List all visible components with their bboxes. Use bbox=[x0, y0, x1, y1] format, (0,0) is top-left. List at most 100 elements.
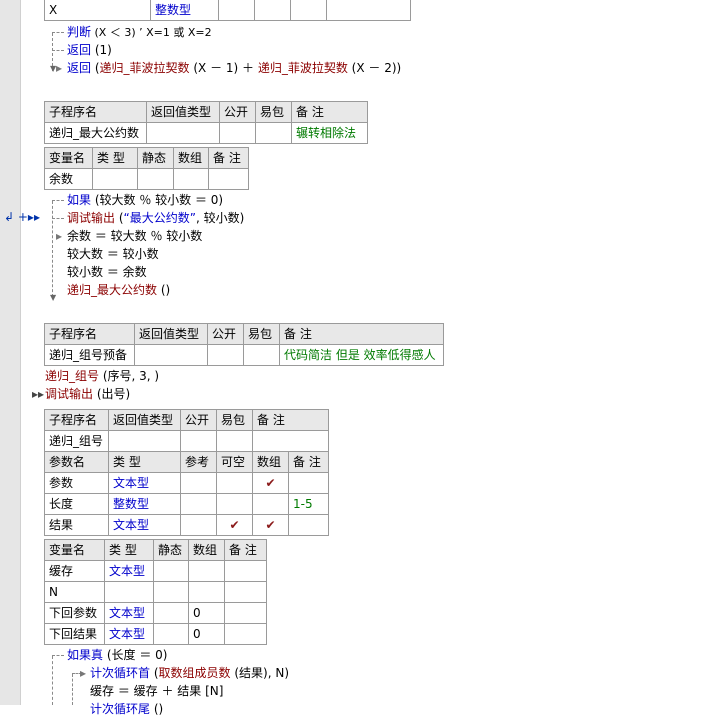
var-array-cell[interactable] bbox=[188, 581, 225, 603]
code-text: (X － 1) ＋ bbox=[189, 61, 258, 75]
table-row: 递归_最大公约数 辗转相除法 bbox=[44, 122, 368, 144]
var-note-cell[interactable] bbox=[224, 581, 267, 603]
code-line[interactable]: 较大数 ＝ 较小数 bbox=[67, 245, 159, 263]
header-public: 公开 bbox=[219, 101, 256, 123]
var-note-cell[interactable] bbox=[224, 560, 267, 582]
var-name-cell[interactable]: X bbox=[44, 0, 151, 21]
code-line[interactable]: 余数 ＝ 较大数 ％ 较小数 bbox=[67, 227, 202, 245]
var-static-cell[interactable] bbox=[153, 581, 189, 603]
header-optional: 可空 bbox=[216, 451, 253, 473]
var-array-cell[interactable]: 0 bbox=[188, 602, 225, 624]
function-call: 递归_组号 bbox=[45, 369, 100, 383]
var-static-cell[interactable] bbox=[153, 560, 189, 582]
code-line[interactable]: 如果 (较大数 ％ 较小数 ＝ 0) bbox=[67, 191, 223, 209]
var-static-cell[interactable] bbox=[153, 623, 189, 645]
breakpoint-marker-icon[interactable]: ↲ +▸▸ bbox=[4, 208, 40, 226]
var-type-cell[interactable]: 整数型 bbox=[150, 0, 219, 21]
code-line[interactable]: 递归_最大公约数 () bbox=[67, 281, 170, 299]
var-note-cell[interactable] bbox=[224, 623, 267, 645]
function-call: 取数组成员数 bbox=[158, 666, 231, 680]
param-type-cell[interactable]: 文本型 bbox=[108, 472, 181, 494]
header-var-name: 变量名 bbox=[44, 539, 105, 561]
header-type: 类 型 bbox=[104, 539, 154, 561]
code-line[interactable]: 调试输出 (“最大公约数”, 较小数) bbox=[67, 209, 244, 227]
param-array-cell[interactable] bbox=[252, 493, 289, 515]
param-ref-cell[interactable] bbox=[180, 514, 217, 536]
code-line[interactable]: 缓存 ＝ 缓存 ＋ 结果 [N] bbox=[90, 682, 223, 700]
flow-arrow-icon: ▼ bbox=[50, 293, 57, 302]
keyword-if-true: 如果真 bbox=[67, 648, 104, 662]
header-note: 备 注 bbox=[252, 409, 329, 431]
header-public: 公开 bbox=[207, 323, 244, 345]
var-name-cell[interactable]: N bbox=[44, 581, 105, 603]
var-type-cell[interactable]: 文本型 bbox=[104, 560, 154, 582]
code-text: (X ＜ 3) ’ X=1 或 X=2 bbox=[91, 26, 212, 39]
function-call: 递归_最大公约数 bbox=[67, 283, 158, 297]
param-note-cell[interactable] bbox=[288, 514, 329, 536]
var-array-cell[interactable]: 0 bbox=[188, 623, 225, 645]
param-ref-cell[interactable] bbox=[180, 493, 217, 515]
code-text: ( bbox=[150, 666, 159, 680]
sub-note-cell[interactable]: 代码简洁 但是 效率低得感人 bbox=[279, 344, 444, 366]
sub-note-cell[interactable]: 辗转相除法 bbox=[291, 122, 368, 144]
sub-name-cell[interactable]: 递归_组号 bbox=[44, 430, 109, 452]
var-name-cell[interactable]: 余数 bbox=[44, 168, 93, 190]
table-row: 递归_组号 bbox=[44, 430, 329, 452]
var-name-cell[interactable]: 下回参数 bbox=[44, 602, 105, 624]
header-return-type: 返回值类型 bbox=[108, 409, 181, 431]
var-type-cell[interactable]: 文本型 bbox=[104, 602, 154, 624]
code-line[interactable]: 递归_组号 (序号, 3, ) bbox=[45, 367, 159, 385]
check-icon[interactable]: ✔ bbox=[252, 472, 289, 494]
check-icon[interactable]: ✔ bbox=[216, 514, 253, 536]
var-static-cell[interactable] bbox=[153, 602, 189, 624]
top-var-table: X 整数型 bbox=[44, 0, 411, 21]
header-easy: 易包 bbox=[216, 409, 253, 431]
param-note-cell[interactable]: 1-5 bbox=[288, 493, 329, 515]
keyword-if: 如果 bbox=[67, 193, 92, 207]
param-note-cell[interactable] bbox=[288, 472, 329, 494]
table-row: 参数 文本型 ✔ bbox=[44, 472, 329, 494]
sub-name-cell[interactable]: 递归_最大公约数 bbox=[44, 122, 147, 144]
code-line[interactable]: 计次循环首 (取数组成员数 (结果), N) bbox=[90, 664, 289, 682]
param-name-cell[interactable]: 结果 bbox=[44, 514, 109, 536]
param-name-cell[interactable]: 长度 bbox=[44, 493, 109, 515]
header-static: 静态 bbox=[137, 147, 174, 169]
sub-name-cell[interactable]: 递归_组号预备 bbox=[44, 344, 135, 366]
string-literal: “最大公约数” bbox=[123, 211, 196, 225]
table-header-row: 变量名 类 型 静态 数组 备 注 bbox=[44, 539, 267, 561]
code-line[interactable]: 如果真 (长度 ＝ 0) bbox=[67, 646, 167, 664]
code-line[interactable]: 返回 (递归_菲波拉契数 (X － 1) ＋ 递归_菲波拉契数 (X － 2)) bbox=[67, 59, 401, 77]
var-type-cell[interactable]: 文本型 bbox=[104, 623, 154, 645]
header-param-name: 参数名 bbox=[44, 451, 109, 473]
code-text: (出号) bbox=[93, 387, 131, 401]
code-text: , 较小数) bbox=[195, 211, 245, 225]
table-header-row: 子程序名 返回值类型 公开 易包 备 注 bbox=[44, 409, 329, 431]
check-icon[interactable]: ✔ bbox=[252, 514, 289, 536]
var-name-cell[interactable]: 下回结果 bbox=[44, 623, 105, 645]
param-type-cell[interactable]: 文本型 bbox=[108, 514, 181, 536]
header-note: 备 注 bbox=[224, 539, 267, 561]
var-name-cell[interactable]: 缓存 bbox=[44, 560, 105, 582]
flow-line bbox=[52, 50, 64, 51]
param-name-cell[interactable]: 参数 bbox=[44, 472, 109, 494]
code-line[interactable]: 判断 (X ＜ 3) ’ X=1 或 X=2 bbox=[67, 23, 212, 42]
var-table-group: 变量名 类 型 静态 数组 备 注 缓存 文本型 N 下回参数 文本型 0 下回… bbox=[44, 539, 267, 645]
header-type: 类 型 bbox=[92, 147, 138, 169]
var-array-cell[interactable] bbox=[188, 560, 225, 582]
function-call: 递归_菲波拉契数 bbox=[257, 61, 348, 75]
code-line[interactable]: 调试输出 (出号) bbox=[45, 385, 130, 403]
code-text: ( bbox=[91, 61, 100, 75]
param-type-cell[interactable]: 整数型 bbox=[108, 493, 181, 515]
keyword-return: 返回 bbox=[67, 61, 92, 75]
code-line[interactable]: 返回 (1) bbox=[67, 41, 112, 59]
param-optional-cell[interactable] bbox=[216, 472, 253, 494]
table-header-row: 子程序名 返回值类型 公开 易包 备 注 bbox=[44, 101, 368, 123]
flow-arrow-right-icon: ▸▸ bbox=[32, 387, 45, 401]
code-line[interactable]: 较小数 ＝ 余数 bbox=[67, 263, 147, 281]
param-ref-cell[interactable] bbox=[180, 472, 217, 494]
var-type-cell[interactable] bbox=[104, 581, 154, 603]
var-note-cell[interactable] bbox=[224, 602, 267, 624]
code-text: () bbox=[150, 702, 164, 716]
code-line[interactable]: 计次循环尾 () bbox=[90, 700, 163, 718]
param-optional-cell[interactable] bbox=[216, 493, 253, 515]
